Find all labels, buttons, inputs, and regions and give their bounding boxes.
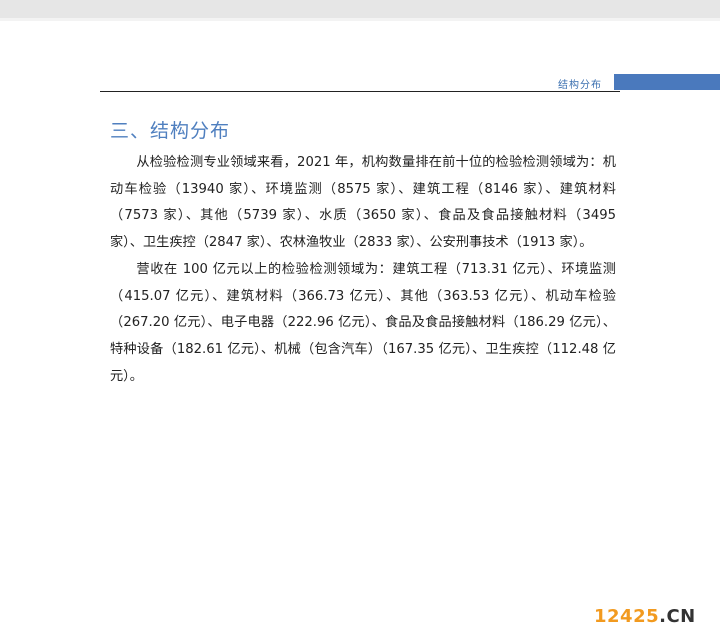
body-text: 从检验检测专业领域来看，2021 年，机构数量排在前十位的检验检测领域为：机动车…: [110, 150, 616, 390]
header-section-label: 结构分布: [558, 80, 602, 91]
header-accent-bar: [614, 74, 720, 90]
top-bar-shadow: [0, 18, 720, 21]
site-watermark: 12425.CN: [594, 606, 696, 627]
paragraph-revenue: 营收在 100 亿元以上的检验检测领域为：建筑工程（713.31 亿元）、环境监…: [110, 261, 616, 384]
top-scroll-bar: [0, 0, 720, 18]
section-title: 三、结构分布: [110, 120, 231, 142]
watermark-number: 12425: [594, 606, 660, 627]
paragraph-institution-count: 从检验检测专业领域来看，2021 年，机构数量排在前十位的检验检测领域为：机动车…: [110, 155, 616, 251]
header-rule: [100, 91, 620, 92]
watermark-tld: .CN: [659, 606, 696, 627]
